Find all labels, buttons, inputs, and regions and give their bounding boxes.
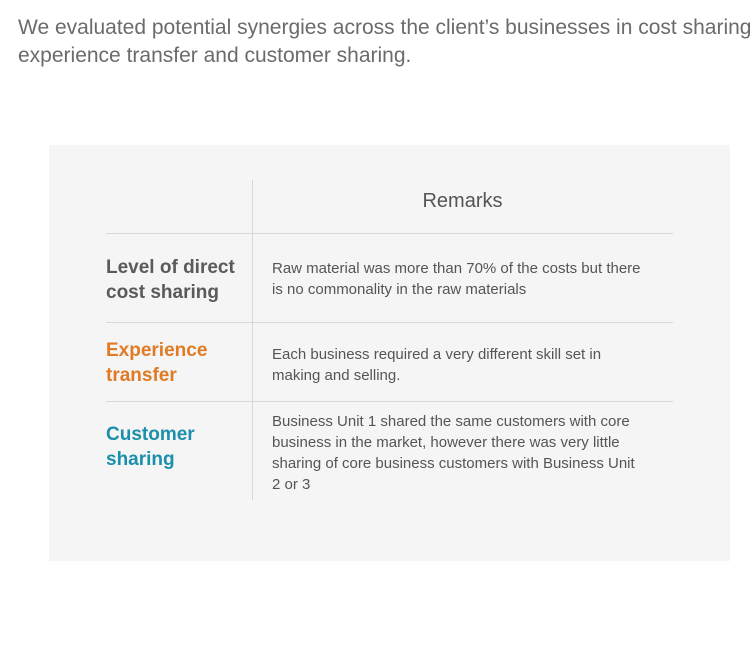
intro-line-2: experience transfer and customer sharing…	[18, 44, 412, 67]
table-header: Remarks	[252, 145, 673, 233]
row-label-cost-sharing: Level of direct cost sharing	[106, 257, 235, 303]
row-remark-cost-sharing: Raw material was more than 70% of the co…	[272, 260, 641, 298]
intro-text: We evaluated potential synergies across …	[18, 14, 751, 70]
remarks-header: Remarks	[422, 190, 503, 212]
row-divider	[106, 401, 673, 402]
row-label-customer-sharing: Customer sharing	[106, 424, 195, 470]
row-remark-customer-sharing: Business Unit 1 shared the same customer…	[272, 413, 635, 493]
row-divider	[106, 322, 673, 323]
row-divider	[106, 233, 673, 234]
row-remark-experience-transfer: Each business required a very different …	[272, 346, 602, 384]
row-label-experience-transfer: Experience transfer	[106, 340, 208, 386]
synergy-table: Remarks Level of direct cost sharing Raw…	[49, 145, 730, 561]
intro-line-1: We evaluated potential synergies across …	[18, 16, 751, 39]
